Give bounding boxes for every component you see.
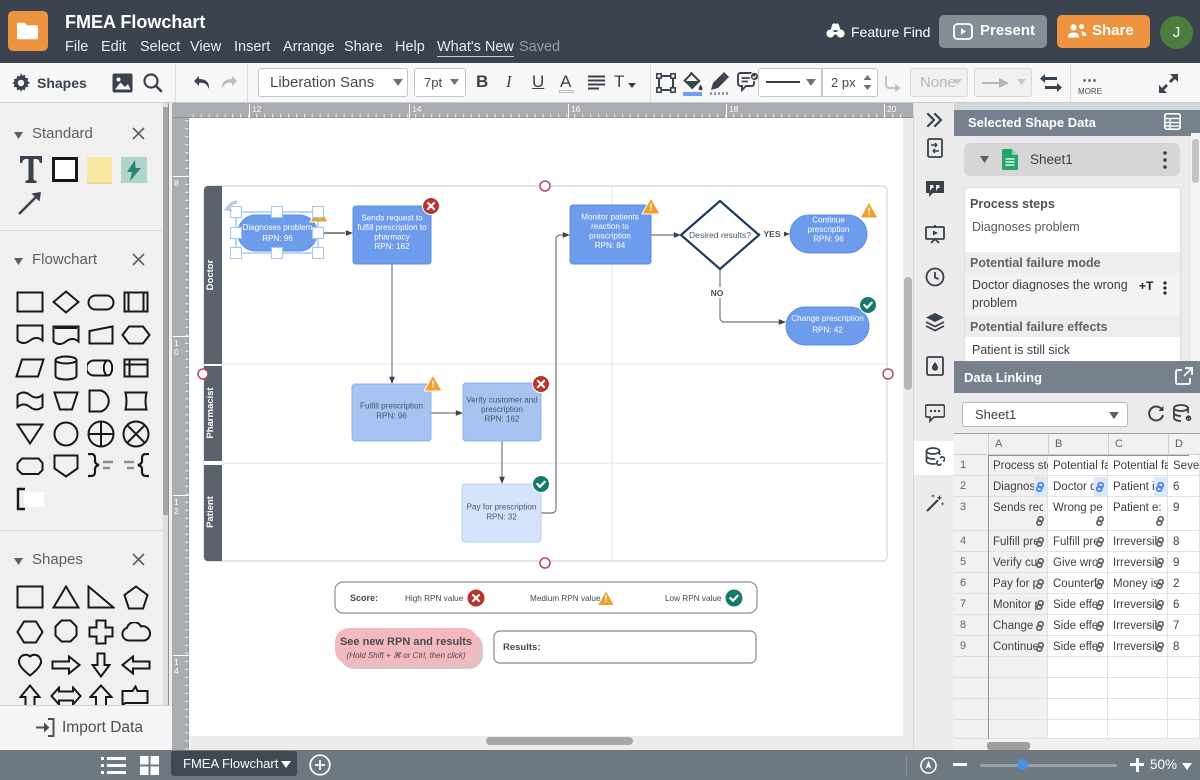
svg-text:!: !	[867, 207, 870, 218]
svg-text:Patient: Patient	[205, 495, 216, 528]
svg-text:RPN: 162: RPN: 162	[374, 242, 410, 251]
svg-text:RPN: 96: RPN: 96	[262, 234, 293, 243]
svg-text:pharmacy: pharmacy	[374, 233, 410, 242]
svg-text:RPN: 84: RPN: 84	[595, 241, 626, 250]
svg-text:(Hold Shift + ⌘ or Ctrl, then: (Hold Shift + ⌘ or Ctrl, then click)	[347, 651, 466, 660]
svg-text:Desired results?: Desired results?	[689, 230, 751, 240]
svg-text:prescription: prescription	[589, 232, 631, 241]
svg-text:prescription: prescription	[481, 405, 523, 414]
svg-text:Medium RPN value: Medium RPN value	[530, 594, 601, 603]
svg-text:Pay for prescription: Pay for prescription	[467, 503, 537, 512]
svg-text:prescription: prescription	[808, 225, 850, 234]
svg-text:!: !	[649, 203, 652, 214]
svg-text:Doctor: Doctor	[205, 259, 216, 290]
svg-text:reaction to: reaction to	[591, 222, 629, 231]
svg-text:Fulfill prescription: Fulfill prescription	[360, 402, 423, 411]
svg-text:Score:: Score:	[350, 593, 378, 603]
svg-text:High RPN value: High RPN value	[405, 594, 464, 603]
svg-text:!: !	[431, 380, 434, 391]
svg-text:Diagnoses problem: Diagnoses problem	[243, 223, 313, 232]
svg-text:Results:: Results:	[503, 642, 540, 653]
svg-text:RPN: 96: RPN: 96	[376, 412, 407, 421]
svg-text:YES: YES	[763, 229, 780, 239]
svg-text:Continue: Continue	[812, 216, 845, 225]
svg-text:Sends request to: Sends request to	[361, 214, 423, 223]
svg-text:fulfill prescription to: fulfill prescription to	[357, 223, 427, 232]
svg-text:Monitor patients: Monitor patients	[581, 213, 639, 222]
svg-text:NO: NO	[711, 288, 724, 298]
svg-text:RPN: 32: RPN: 32	[486, 513, 517, 522]
svg-text:RPN: 42: RPN: 42	[812, 326, 843, 335]
svg-text:Low RPN value: Low RPN value	[665, 594, 722, 603]
svg-text:Change prescription: Change prescription	[791, 314, 863, 323]
svg-text:See new RPN and results: See new RPN and results	[340, 636, 472, 648]
svg-text:!: !	[604, 594, 607, 605]
svg-text:RPN: 162: RPN: 162	[484, 415, 520, 424]
svg-text:Verify customer and: Verify customer and	[466, 396, 538, 405]
svg-text:Pharmacist: Pharmacist	[205, 387, 216, 439]
svg-text:RPN: 96: RPN: 96	[813, 235, 844, 244]
